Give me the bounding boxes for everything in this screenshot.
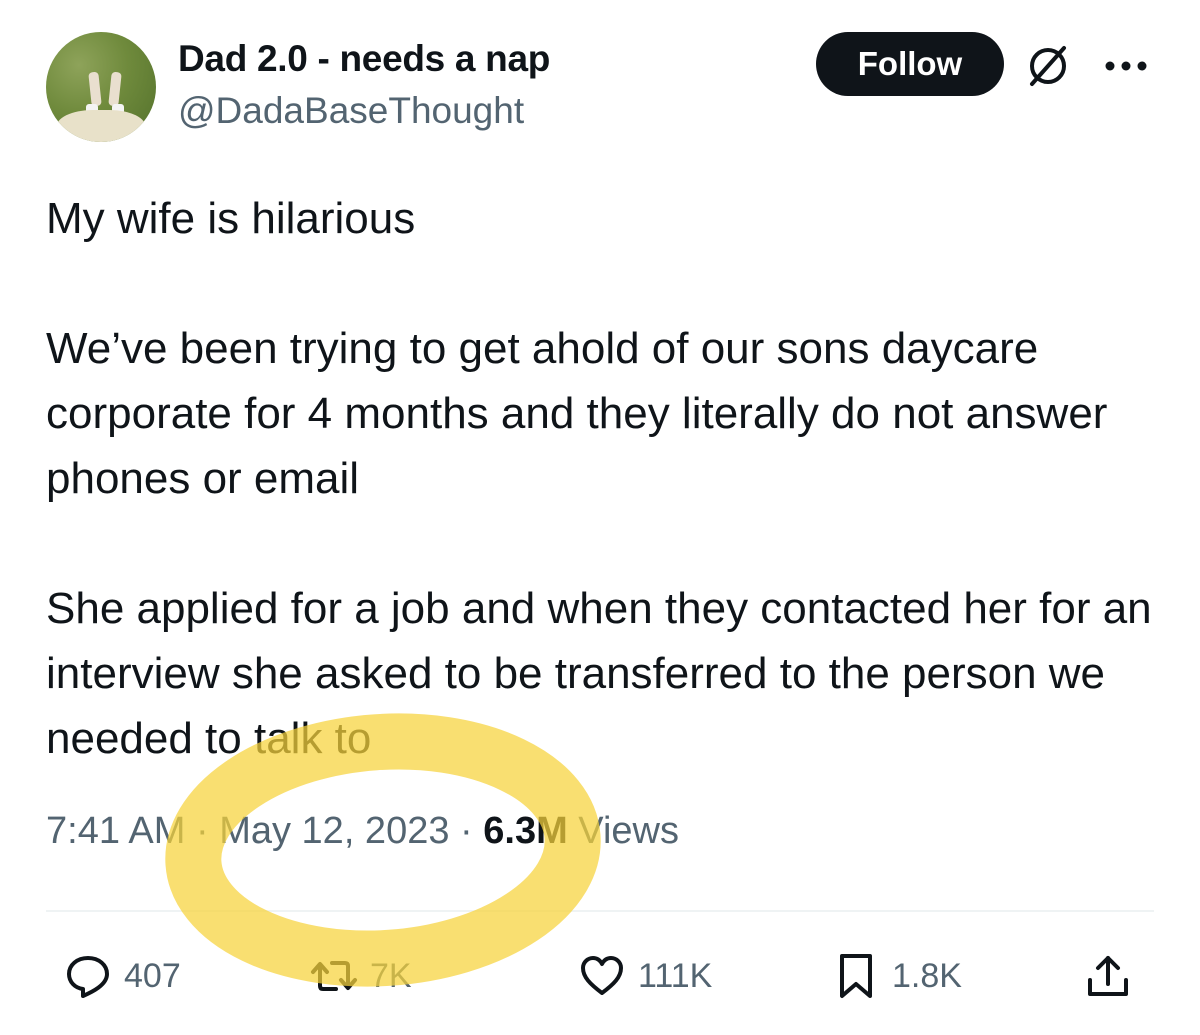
divider — [46, 910, 1154, 912]
retweet-count: 7K — [370, 956, 412, 995]
more-icon[interactable] — [1102, 52, 1150, 80]
tweet-date[interactable]: May 12, 2023 — [219, 810, 449, 852]
bookmark-icon — [840, 954, 872, 998]
share-button[interactable] — [1084, 950, 1132, 1002]
tweet-paragraph: My wife is hilarious — [46, 194, 416, 243]
meta-separator: · — [195, 810, 209, 852]
tweet-time[interactable]: 7:41 AM — [46, 810, 185, 852]
like-button[interactable]: 111K — [578, 950, 712, 1002]
share-icon — [1088, 956, 1128, 996]
tweet-paragraph: We’ve been trying to get ahold of our so… — [46, 324, 1108, 503]
reply-icon — [67, 956, 109, 998]
follow-button[interactable]: Follow — [816, 32, 1004, 96]
retweet-icon — [311, 961, 357, 991]
tweet: Dad 2.0 - needs a nap @DadaBaseThought F… — [0, 0, 1200, 1035]
grok-icon[interactable] — [1026, 44, 1070, 88]
meta-separator: · — [460, 810, 473, 852]
tweet-paragraph: She applied for a job and when they cont… — [46, 584, 1152, 763]
bookmark-button[interactable]: 1.8K — [832, 950, 962, 1002]
views-label: Views — [578, 810, 679, 852]
tweet-meta: 7:41 AM · May 12, 2023 · 6.3M Views — [46, 810, 679, 853]
tweet-text: My wife is hilarious We’ve been trying t… — [46, 186, 1156, 771]
reply-count: 407 — [124, 956, 181, 995]
views-count: 6.3M — [483, 810, 568, 852]
heart-icon — [581, 956, 623, 995]
bookmark-count: 1.8K — [892, 956, 962, 995]
avatar[interactable] — [46, 32, 156, 142]
reply-button[interactable]: 407 — [64, 950, 181, 1002]
like-count: 111K — [638, 956, 713, 995]
author-display-name[interactable]: Dad 2.0 - needs a nap — [178, 38, 550, 80]
author-handle[interactable]: @DadaBaseThought — [178, 90, 524, 132]
retweet-button[interactable]: 7K — [310, 950, 412, 1002]
